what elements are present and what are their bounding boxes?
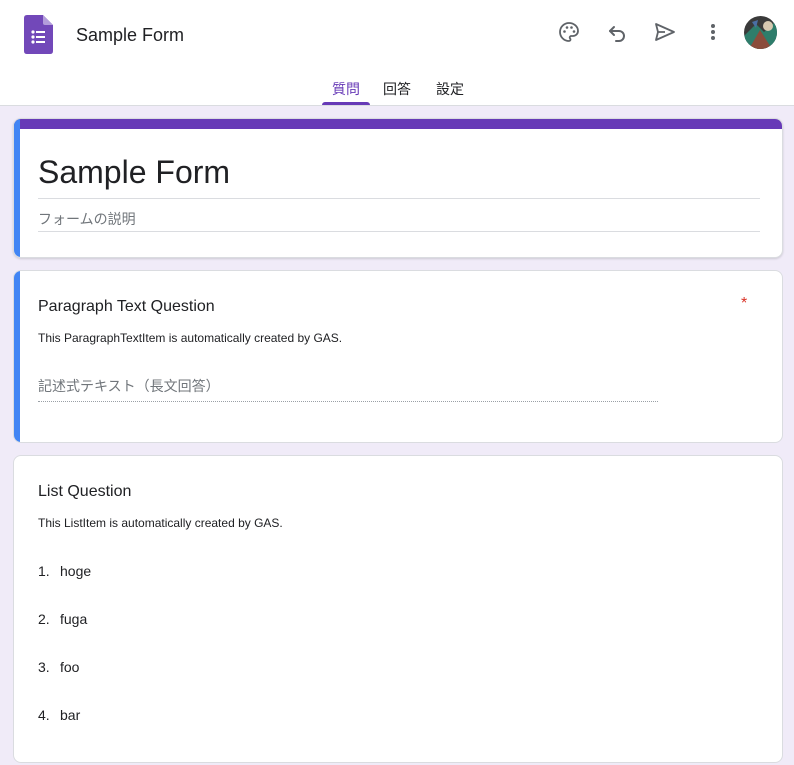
list-item-number: 2. [38, 611, 50, 627]
list-item: 4. bar [38, 706, 80, 724]
answer-underline [38, 401, 658, 402]
title-underline [38, 198, 760, 199]
top-bar: Sample Form 質問 回答 設定 [0, 0, 794, 106]
send-icon[interactable] [652, 19, 678, 45]
list-item: 2. fuga [38, 610, 87, 628]
avatar[interactable] [744, 16, 777, 49]
tab-settings[interactable]: 設定 [436, 79, 464, 99]
list-item-label: hoge [60, 563, 92, 579]
question-description: This ListItem is automatically created b… [38, 516, 283, 530]
list-item-number: 4. [38, 707, 50, 723]
tab-responses[interactable]: 回答 [383, 79, 411, 99]
undo-icon[interactable] [604, 19, 630, 45]
more-vert-icon[interactable] [700, 19, 726, 45]
list-item-number: 3. [38, 659, 50, 675]
list-item: 3. foo [38, 658, 79, 676]
selected-indicator [14, 119, 20, 257]
palette-icon[interactable] [556, 19, 582, 45]
active-tab-indicator [322, 102, 370, 105]
list-item: 1. hoge [38, 562, 91, 580]
question-card-paragraph[interactable]: Paragraph Text Question * This Paragraph… [13, 270, 783, 443]
question-description: This ParagraphTextItem is automatically … [38, 331, 343, 345]
question-card-list[interactable]: List Question This ListItem is automatic… [13, 455, 783, 763]
document-title[interactable]: Sample Form [76, 24, 184, 46]
list-item-label: bar [60, 707, 81, 723]
tab-questions[interactable]: 質問 [332, 79, 360, 99]
form-title[interactable]: Sample Form [38, 152, 230, 192]
question-title: Paragraph Text Question [38, 298, 215, 315]
selected-indicator [14, 271, 20, 442]
list-item-label: foo [60, 659, 80, 675]
required-marker: * [741, 295, 748, 312]
list-item-number: 1. [38, 563, 50, 579]
question-title: List Question [38, 483, 132, 500]
description-underline [38, 231, 760, 232]
form-description-input[interactable]: フォームの説明 [38, 209, 136, 229]
tab-bar: 質問 回答 設定 [0, 72, 794, 106]
paragraph-answer-placeholder: 記述式テキスト（長文回答） [38, 378, 220, 394]
list-item-label: fuga [60, 611, 88, 627]
form-header-card[interactable]: Sample Form フォームの説明 [13, 118, 783, 258]
header-accent-bar [14, 119, 782, 129]
forms-app-icon[interactable] [24, 15, 53, 54]
